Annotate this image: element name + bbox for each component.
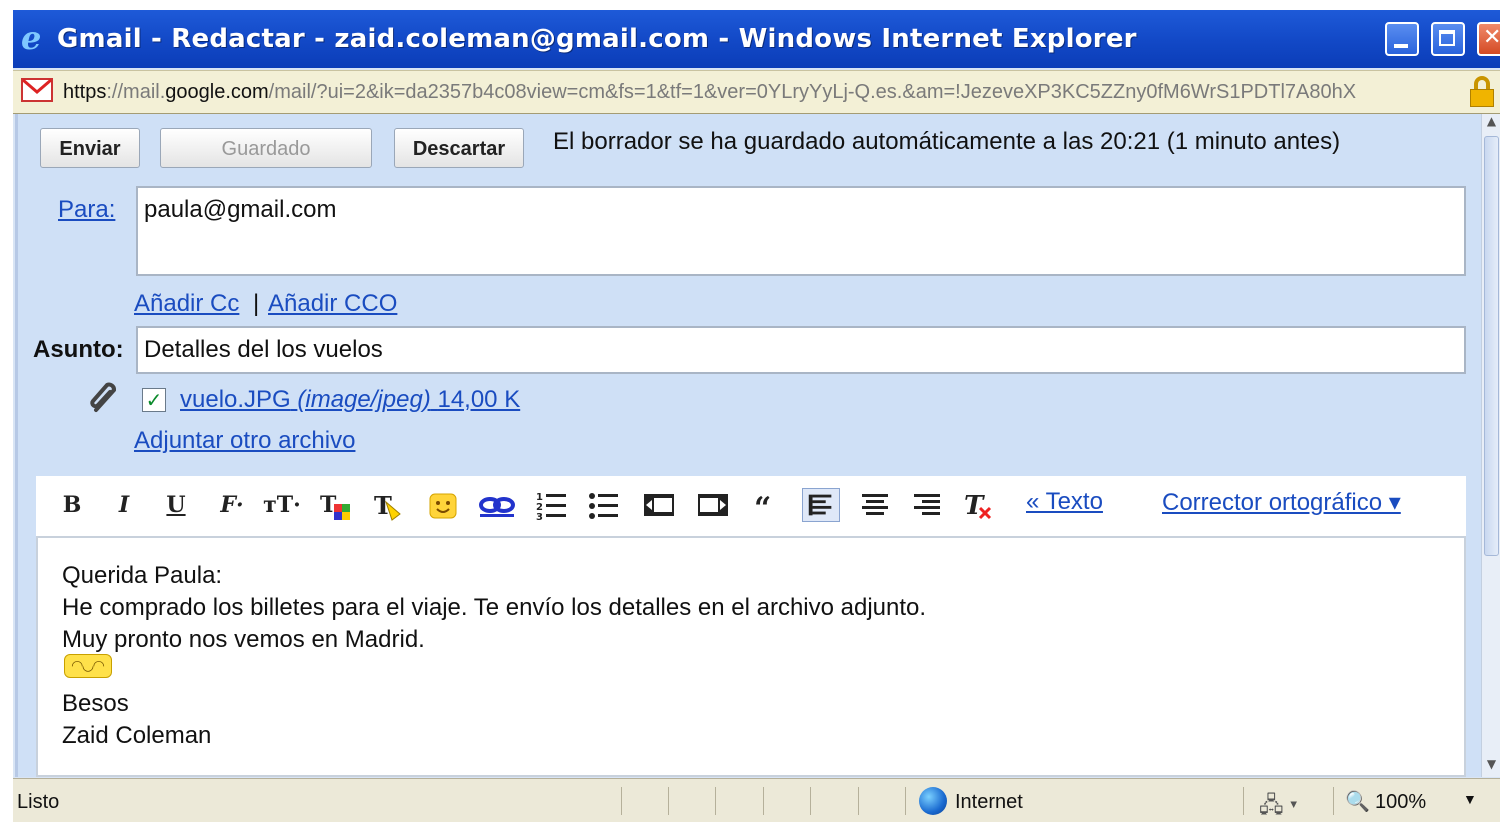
scroll-thumb[interactable] xyxy=(1484,136,1499,556)
window-title: Gmail - Redactar - zaid.coleman@gmail.co… xyxy=(57,24,1137,54)
title-bar: e Gmail - Redactar - zaid.coleman@gmail.… xyxy=(13,10,1500,68)
align-left-icon[interactable] xyxy=(802,488,840,522)
to-link[interactable]: Para: xyxy=(58,196,115,224)
bold-button[interactable]: B xyxy=(58,488,86,522)
emoticon-icon: ◠◡◠ xyxy=(64,654,112,678)
align-right-icon[interactable] xyxy=(910,488,944,522)
message-body[interactable]: Querida Paula: He comprado los billetes … xyxy=(36,536,1466,777)
gmail-icon xyxy=(21,78,53,102)
add-cc-link[interactable]: Añadir Cc xyxy=(134,290,239,318)
send-button[interactable]: Enviar xyxy=(40,128,140,168)
remove-formatting-icon[interactable]: T xyxy=(962,488,996,522)
vertical-scrollbar[interactable]: ▲ ▼ xyxy=(1481,114,1500,777)
ie-icon: e xyxy=(21,19,42,57)
maximize-button[interactable] xyxy=(1431,22,1465,56)
compose-area: Enviar Guardado Descartar El borrador se… xyxy=(15,114,1483,777)
highlight-color-icon[interactable]: T xyxy=(370,488,406,522)
outdent-icon[interactable] xyxy=(642,488,676,522)
saved-button: Guardado xyxy=(160,128,372,168)
zoom-dropdown-icon[interactable]: ▼ xyxy=(1463,791,1477,807)
zoom-icon: 🔍 xyxy=(1345,791,1370,813)
link-icon[interactable] xyxy=(478,488,516,522)
to-field[interactable]: paula@gmail.com xyxy=(136,186,1466,276)
body-line: Zaid Coleman xyxy=(62,722,212,749)
underline-button[interactable]: U xyxy=(162,488,190,522)
status-bar: Listo Internet 🖧 ▾ 🔍 100% ▼ xyxy=(13,778,1500,822)
indent-icon[interactable] xyxy=(696,488,730,522)
discard-button[interactable]: Descartar xyxy=(394,128,524,168)
close-button[interactable] xyxy=(1477,22,1500,56)
svg-text:3: 3 xyxy=(536,512,543,522)
attachment-checkbox[interactable]: ✓ xyxy=(142,388,166,412)
attachment-link[interactable]: vuelo.JPG (image/jpeg) 14,00 K xyxy=(180,386,520,414)
numbered-list-icon[interactable]: 123 xyxy=(536,488,568,522)
font-button[interactable]: F· xyxy=(212,488,252,522)
lock-icon[interactable] xyxy=(1469,75,1495,107)
text-color-icon[interactable]: T xyxy=(318,488,354,522)
status-text: Listo xyxy=(17,791,60,813)
spellcheck-link[interactable]: Corrector ortográfico ▾ xyxy=(1162,488,1401,517)
scroll-down-icon[interactable]: ▼ xyxy=(1482,757,1500,777)
scroll-up-icon[interactable]: ▲ xyxy=(1482,114,1500,134)
zoom-level[interactable]: 100% xyxy=(1375,791,1426,814)
url-text[interactable]: https://mail.google.com/mail/?ui=2&ik=da… xyxy=(63,81,1453,104)
subject-field[interactable]: Detalles del los vuelos xyxy=(136,326,1466,374)
body-line: Querida Paula: xyxy=(62,562,223,589)
protected-mode-icon[interactable]: 🖧 ▾ xyxy=(1259,788,1298,826)
format-toolbar: B I U F· тT· T T 123 “ T « Texto Correct… xyxy=(36,476,1466,536)
cc-separator: | xyxy=(253,290,260,317)
address-bar[interactable]: https://mail.google.com/mail/?ui=2&ik=da… xyxy=(13,70,1500,114)
quote-icon[interactable]: “ xyxy=(752,488,784,522)
align-center-icon[interactable] xyxy=(858,488,892,522)
minimize-button[interactable] xyxy=(1385,22,1419,56)
italic-button[interactable]: I xyxy=(110,488,138,522)
font-size-button[interactable]: тT· xyxy=(262,488,302,522)
paperclip-icon xyxy=(90,382,116,412)
svg-text:“: “ xyxy=(754,491,771,522)
autosave-message: El borrador se ha guardado automáticamen… xyxy=(553,128,1341,155)
plain-text-link[interactable]: « Texto xyxy=(1026,488,1103,516)
body-line: He comprado los billetes para el viaje. … xyxy=(62,594,927,621)
subject-label: Asunto: xyxy=(33,336,124,363)
add-bcc-link[interactable]: Añadir CCO xyxy=(268,290,397,318)
security-zone: Internet xyxy=(955,791,1023,813)
body-line: Muy pronto nos vemos en Madrid. xyxy=(62,626,425,653)
bullet-list-icon[interactable] xyxy=(588,488,620,522)
body-line: Besos xyxy=(62,690,129,717)
emoticon-icon[interactable] xyxy=(428,488,458,522)
attach-another-link[interactable]: Adjuntar otro archivo xyxy=(134,427,355,455)
globe-icon xyxy=(919,787,947,815)
browser-window: e Gmail - Redactar - zaid.coleman@gmail.… xyxy=(13,10,1500,822)
